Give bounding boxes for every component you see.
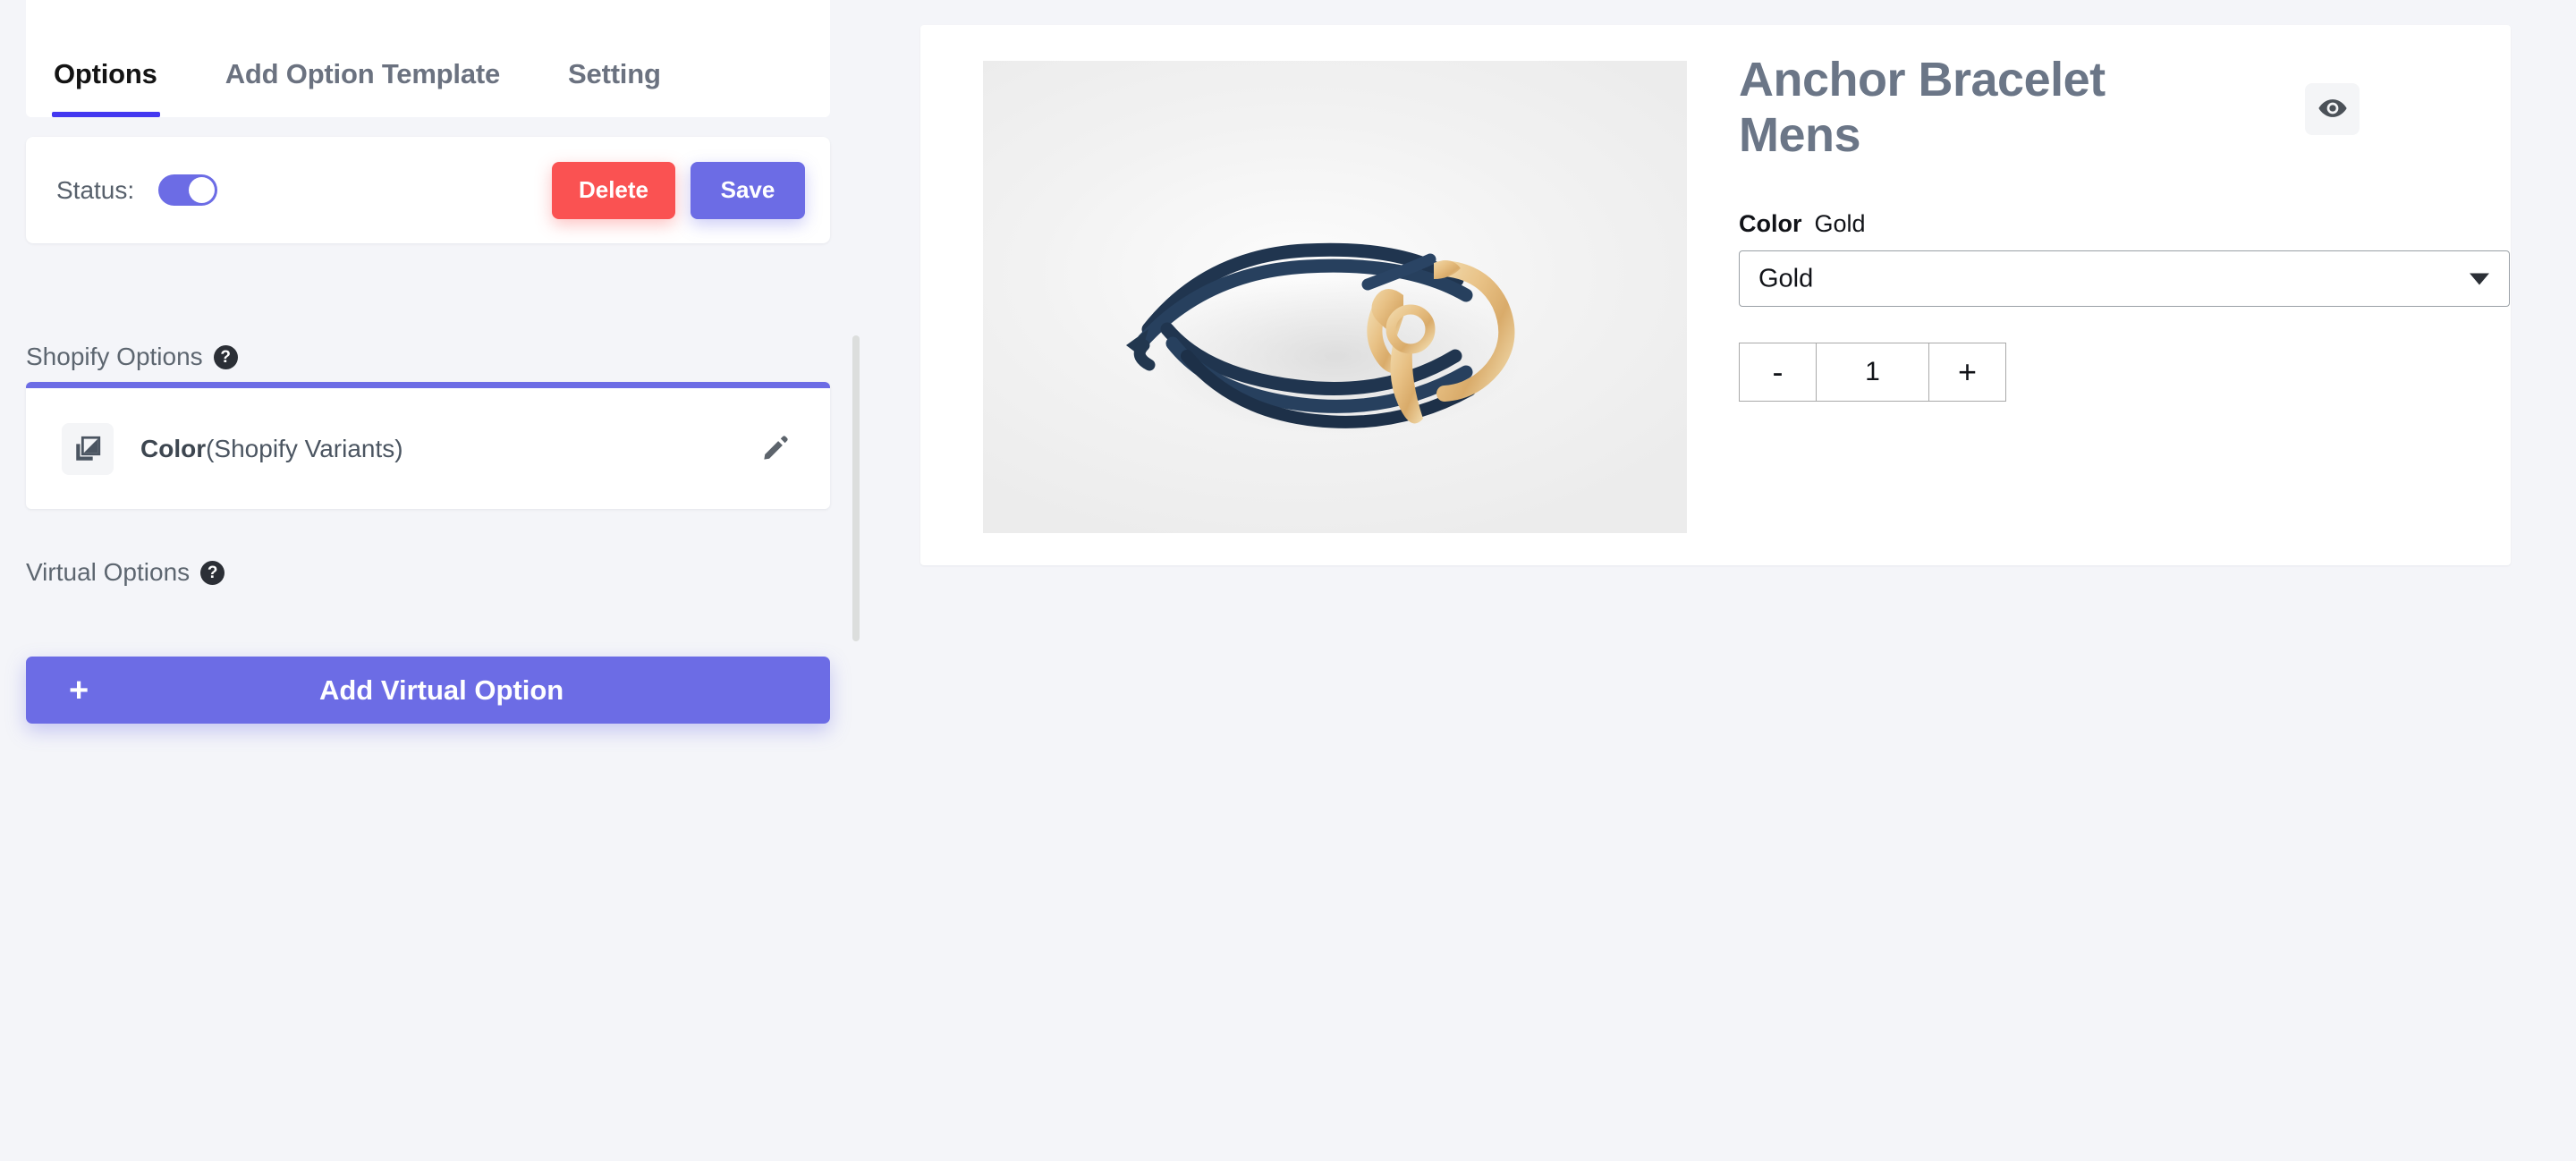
tab-options[interactable]: Options bbox=[52, 58, 160, 117]
shopify-options-heading-label: Shopify Options bbox=[26, 343, 203, 370]
quantity-decrement-button[interactable]: - bbox=[1740, 343, 1817, 402]
help-icon[interactable]: ? bbox=[213, 344, 238, 369]
toggle-knob bbox=[189, 177, 216, 203]
virtual-options-heading: Virtual Options ? bbox=[26, 558, 225, 587]
save-button[interactable]: Save bbox=[691, 161, 805, 219]
variant-name: Color bbox=[1739, 210, 1802, 238]
product-title: Anchor Bracelet Mens bbox=[1739, 53, 2106, 163]
add-virtual-option-label: Add Virtual Option bbox=[318, 674, 564, 706]
layers-icon bbox=[62, 422, 114, 475]
shopify-option-name: Color bbox=[140, 434, 207, 462]
eye-icon bbox=[2318, 93, 2348, 126]
product-info: Anchor Bracelet Mens Color Gold Gold - 1 bbox=[1739, 52, 2510, 403]
tabs-card: Options Add Option Template Setting bbox=[26, 0, 830, 117]
chevron-down-icon bbox=[2470, 273, 2489, 285]
product-preview-card: Anchor Bracelet Mens Color Gold Gold - 1 bbox=[920, 25, 2511, 565]
quantity-increment-button[interactable]: + bbox=[1928, 343, 2005, 402]
edit-option-button[interactable] bbox=[755, 426, 798, 471]
shopify-options-heading: Shopify Options ? bbox=[26, 343, 238, 371]
status-toggle[interactable] bbox=[158, 174, 218, 206]
quantity-value[interactable]: 1 bbox=[1817, 343, 1928, 401]
tab-setting[interactable]: Setting bbox=[568, 58, 661, 117]
shopify-option-label: Color(Shopify Variants) bbox=[140, 435, 403, 463]
shopify-option-source: (Shopify Variants) bbox=[206, 434, 403, 462]
tab-bar: Options Add Option Template Setting bbox=[26, 0, 830, 117]
panel-scrollbar[interactable] bbox=[852, 335, 860, 641]
help-icon[interactable]: ? bbox=[200, 560, 225, 585]
product-image bbox=[983, 61, 1687, 533]
options-panel: Options Add Option Template Setting Stat… bbox=[0, 0, 860, 1161]
delete-button[interactable]: Delete bbox=[552, 161, 675, 219]
tab-add-option-template[interactable]: Add Option Template bbox=[225, 58, 501, 117]
variant-label: Color Gold bbox=[1739, 210, 2472, 238]
variant-select-value: Gold bbox=[1758, 264, 1814, 293]
quantity-stepper: - 1 + bbox=[1739, 343, 2006, 403]
shopify-option-row[interactable]: Color(Shopify Variants) bbox=[26, 382, 830, 509]
add-virtual-option-button[interactable]: + Add Virtual Option bbox=[26, 657, 830, 724]
virtual-options-heading-label: Virtual Options bbox=[26, 558, 191, 586]
app-root: Options Add Option Template Setting Stat… bbox=[0, 0, 2576, 1161]
status-card: Status: Delete Save bbox=[26, 137, 830, 243]
status-label: Status: bbox=[56, 175, 135, 204]
variant-select[interactable]: Gold bbox=[1739, 250, 2510, 308]
pencil-icon bbox=[760, 431, 792, 466]
variant-selected-value: Gold bbox=[1814, 210, 1866, 238]
preview-toggle-button[interactable] bbox=[2305, 83, 2360, 135]
plus-icon: + bbox=[69, 671, 89, 709]
